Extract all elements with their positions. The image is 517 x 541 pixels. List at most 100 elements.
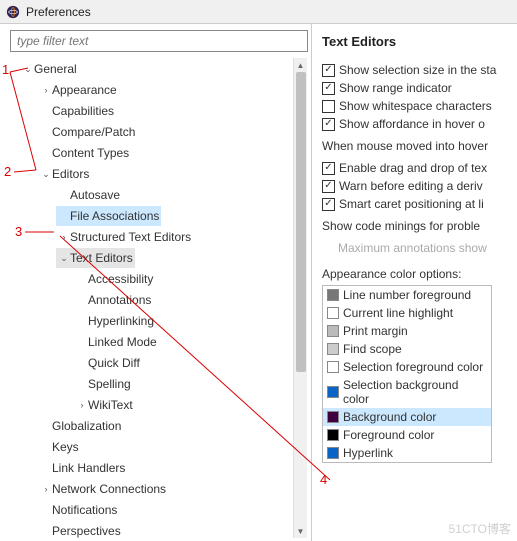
chevron-right-icon: › (58, 227, 70, 247)
watermark: 51CTO博客 (449, 520, 511, 537)
no-icon: · (76, 353, 88, 373)
color-row-fg[interactable]: Foreground color (323, 426, 491, 444)
tree-label: WikiText (88, 395, 133, 415)
color-row-selbg[interactable]: Selection background color (323, 376, 491, 408)
tree-item-annotations[interactable]: ·Annotations (74, 290, 153, 310)
color-listbox[interactable]: Line number foreground Current line high… (322, 285, 492, 463)
filter-box (10, 30, 308, 52)
tree-item-accessibility[interactable]: ·Accessibility (74, 269, 155, 289)
tree-panel: ⌄General ›Appearance ·Capabilities ·Comp… (0, 24, 312, 541)
tree-item-network[interactable]: ›Network Connections (38, 479, 168, 499)
preferences-tree[interactable]: ⌄General ›Appearance ·Capabilities ·Comp… (4, 58, 307, 538)
no-icon: · (40, 458, 52, 478)
tree-label: Editors (52, 164, 89, 184)
checkbox-icon: ✓ (322, 180, 335, 193)
tree-scrollbar[interactable]: ▲ ▼ (293, 58, 307, 538)
filter-input[interactable] (10, 30, 308, 52)
panel-heading: Text Editors (322, 34, 517, 49)
tree-item-file-associations[interactable]: ·File Associations (56, 206, 161, 226)
no-icon: · (40, 101, 52, 121)
no-icon: · (76, 269, 88, 289)
tree-label: Autosave (70, 185, 120, 205)
no-icon: · (40, 143, 52, 163)
tree-item-structured[interactable]: ›Structured Text Editors (56, 227, 193, 247)
color-row-findscope[interactable]: Find scope (323, 340, 491, 358)
color-row-selfg[interactable]: Selection foreground color (323, 358, 491, 376)
tree-item-spelling[interactable]: ·Spelling (74, 374, 133, 394)
tree-label: Quick Diff (88, 353, 140, 373)
tree-label: Keys (52, 437, 79, 457)
tree-label: Accessibility (88, 269, 153, 289)
tree-item-notifications[interactable]: ·Notifications (38, 500, 119, 520)
tree-item-general[interactable]: ⌄General (20, 59, 79, 79)
check-selection-size[interactable]: ✓Show selection size in the sta (322, 63, 517, 77)
tree-item-text-editors[interactable]: ⌄Text Editors (56, 248, 135, 268)
checkbox-icon (322, 100, 335, 113)
scroll-thumb[interactable] (296, 72, 306, 372)
check-label: Show selection size in the sta (339, 63, 496, 77)
color-label: Print margin (343, 324, 408, 338)
settings-panel: Text Editors ✓Show selection size in the… (312, 24, 517, 541)
color-swatch-icon (327, 343, 339, 355)
tree-label: Linked Mode (88, 332, 157, 352)
tree-label: Globalization (52, 416, 121, 436)
no-icon: · (40, 437, 52, 457)
tree-label: Structured Text Editors (70, 227, 191, 247)
annotation-1: 1 (2, 62, 9, 77)
tree-label: Content Types (52, 143, 129, 163)
check-drag-drop[interactable]: ✓ Enable drag and drop of tex (322, 161, 517, 175)
tree-item-editors[interactable]: ⌄Editors (38, 164, 91, 184)
tree-label: Spelling (88, 374, 131, 394)
no-icon: · (76, 332, 88, 352)
check-smart-caret[interactable]: ✓Smart caret positioning at li (322, 197, 517, 211)
check-warn-derived[interactable]: ✓ Warn before editing a deriv (322, 179, 517, 193)
color-row-hyperlink[interactable]: Hyperlink (323, 444, 491, 462)
check-label: Warn before editing a deriv (339, 179, 483, 193)
color-row-linenum[interactable]: Line number foreground (323, 286, 491, 304)
scroll-down-icon[interactable]: ▼ (294, 524, 307, 538)
check-range-indicator[interactable]: ✓Show range indicator (322, 81, 517, 95)
no-icon: · (40, 500, 52, 520)
tree-item-keys[interactable]: ·Keys (38, 437, 81, 457)
color-swatch-icon (327, 289, 339, 301)
tree-label: Notifications (52, 500, 117, 520)
check-whitespace[interactable]: Show whitespace characters (322, 99, 517, 113)
scroll-up-icon[interactable]: ▲ (294, 58, 307, 72)
check-label: Show affordance in hover o (339, 117, 485, 131)
color-row-bg[interactable]: Background color (323, 408, 491, 426)
check-label: Smart caret positioning at li (339, 197, 484, 211)
tree-label: Network Connections (52, 479, 166, 499)
chevron-right-icon: › (40, 80, 52, 100)
color-label: Foreground color (343, 428, 434, 442)
color-row-printmargin[interactable]: Print margin (323, 322, 491, 340)
eclipse-icon (6, 5, 20, 19)
tree-item-wikitext[interactable]: ›WikiText (74, 395, 135, 415)
tree-label: Text Editors (70, 248, 133, 268)
no-icon: · (58, 206, 70, 226)
color-swatch-icon (327, 325, 339, 337)
tree-label: Appearance (52, 80, 117, 100)
tree-item-globalization[interactable]: ·Globalization (38, 416, 123, 436)
window-title: Preferences (26, 5, 91, 19)
color-label: Hyperlink (343, 446, 393, 460)
tree-item-hyperlinking[interactable]: ·Hyperlinking (74, 311, 156, 331)
tree-item-appearance[interactable]: ›Appearance (38, 80, 119, 100)
check-affordance[interactable]: ✓Show affordance in hover o (322, 117, 517, 131)
checkbox-icon: ✓ (322, 162, 335, 175)
tree-item-perspectives[interactable]: ·Perspectives (38, 521, 123, 538)
color-label: Find scope (343, 342, 402, 356)
tree-item-quick-diff[interactable]: ·Quick Diff (74, 353, 142, 373)
tree-label: Hyperlinking (88, 311, 154, 331)
tree-item-link-handlers[interactable]: ·Link Handlers (38, 458, 127, 478)
check-label: Enable drag and drop of tex (339, 161, 487, 175)
tree-item-capabilities[interactable]: ·Capabilities (38, 101, 116, 121)
checkbox-group: ✓Show selection size in the sta ✓Show ra… (322, 63, 517, 131)
color-row-curline[interactable]: Current line highlight (323, 304, 491, 322)
tree-item-content-types[interactable]: ·Content Types (38, 143, 131, 163)
tree-item-linked-mode[interactable]: ·Linked Mode (74, 332, 159, 352)
no-icon: · (40, 122, 52, 142)
tree-item-autosave[interactable]: ·Autosave (56, 185, 122, 205)
no-icon: · (76, 290, 88, 310)
tree-item-compare[interactable]: ·Compare/Patch (38, 122, 137, 142)
annotation-2: 2 (4, 164, 11, 179)
